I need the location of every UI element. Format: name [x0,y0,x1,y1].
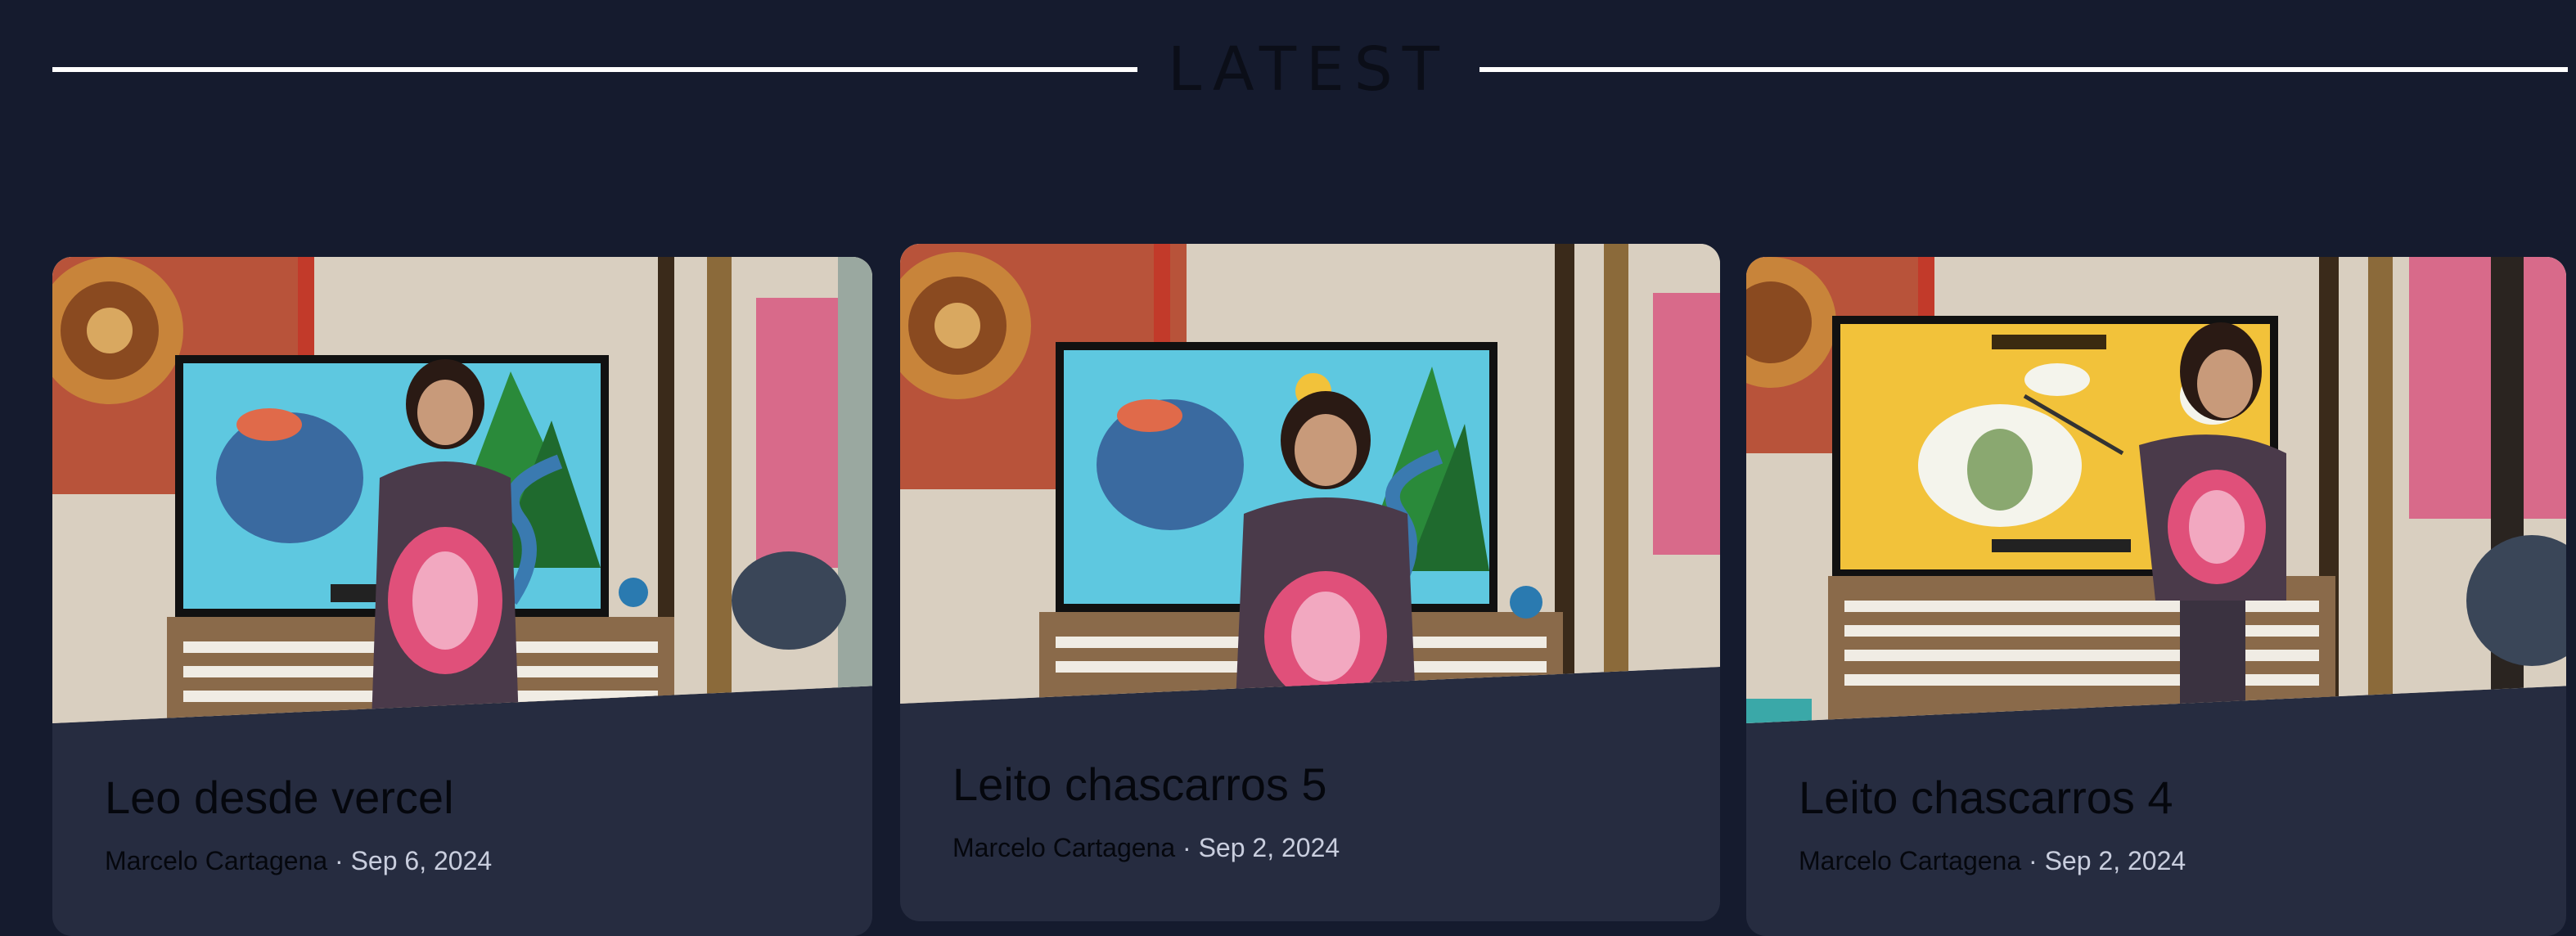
post-date: Sep 2, 2024 [1198,833,1340,862]
post-author: Marcelo Cartagena [105,846,328,875]
post-title[interactable]: Leo desde vercel [105,771,454,824]
post-card[interactable]: Leito chascarros 5 Marcelo Cartagena · S… [900,244,1720,921]
post-thumbnail[interactable] [900,244,1720,704]
meta-separator: · [1175,833,1199,862]
post-title[interactable]: Leito chascarros 4 [1799,771,2173,824]
post-meta: Marcelo Cartagena · Sep 2, 2024 [1799,846,2186,876]
meta-separator: · [2021,846,2045,875]
header-divider-left [52,67,1137,72]
post-date: Sep 6, 2024 [350,846,493,875]
meta-separator: · [327,846,351,875]
post-thumbnail[interactable] [1746,257,2566,723]
post-author: Marcelo Cartagena [1799,846,2022,875]
video-thumbnail-icon [52,257,872,723]
post-card[interactable]: Leo desde vercel Marcelo Cartagena · Sep… [52,257,872,936]
header-divider-right [1479,67,2568,72]
post-meta: Marcelo Cartagena · Sep 6, 2024 [105,846,492,876]
section-title: LATEST [1168,34,1449,105]
post-meta: Marcelo Cartagena · Sep 2, 2024 [952,833,1340,863]
post-title[interactable]: Leito chascarros 5 [952,758,1327,811]
video-thumbnail-icon [900,244,1720,704]
video-thumbnail-icon [1746,257,2566,723]
post-thumbnail[interactable] [52,257,872,723]
post-author: Marcelo Cartagena [952,833,1176,862]
post-card[interactable]: Leito chascarros 4 Marcelo Cartagena · S… [1746,257,2566,936]
latest-section-header: LATEST [0,0,2576,139]
post-date: Sep 2, 2024 [2044,846,2186,875]
